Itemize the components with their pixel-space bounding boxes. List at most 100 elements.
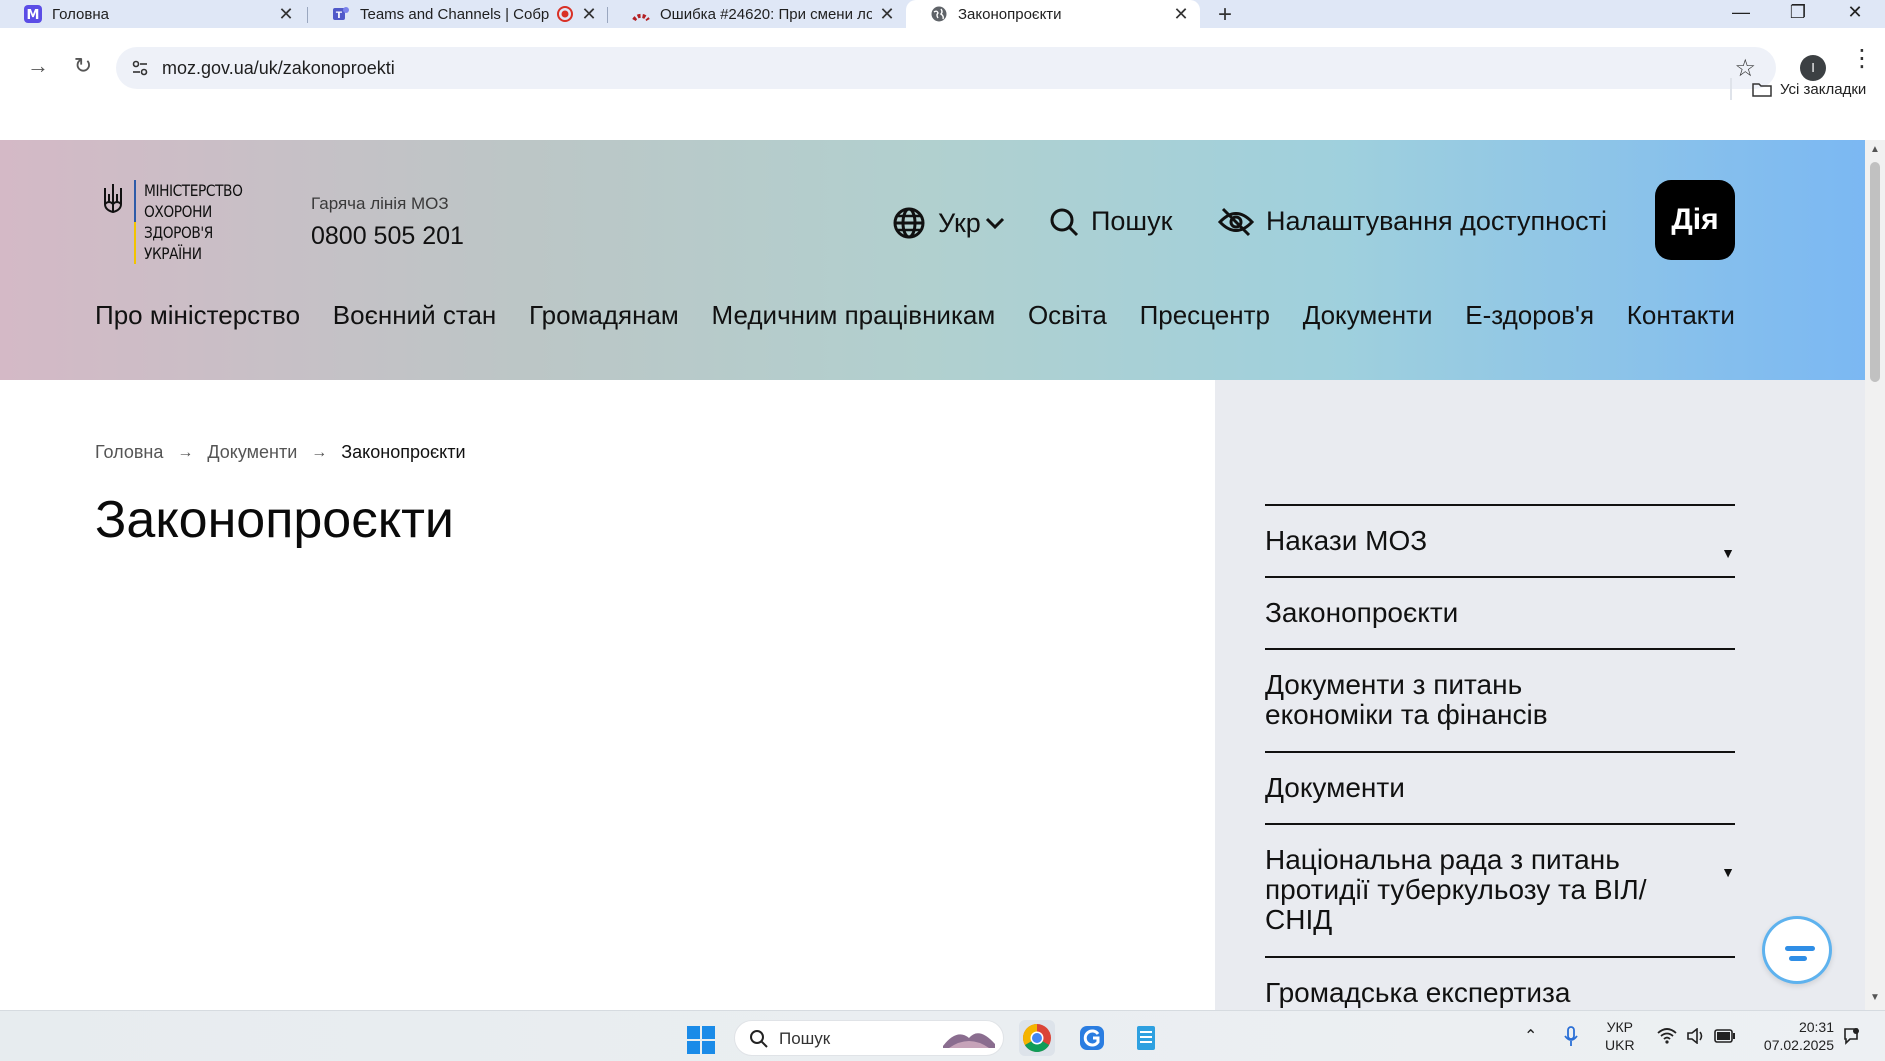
breadcrumb-current: Законопроєкти bbox=[341, 442, 466, 462]
sidebar-item-public-expertise[interactable]: Громадська експертиза bbox=[1265, 956, 1735, 1010]
chrome-icon bbox=[1023, 1024, 1051, 1052]
reload-icon[interactable]: ↻ bbox=[69, 53, 97, 79]
browser-tab-redmine[interactable]: Ошибка #24620: При смени ло ✕ bbox=[608, 0, 906, 28]
address-bar[interactable]: moz.gov.ua/uk/zakonoproekti ☆ bbox=[116, 47, 1776, 89]
wifi-icon[interactable] bbox=[1657, 1028, 1677, 1044]
page-scrollbar[interactable]: ▲ ▼ bbox=[1865, 140, 1885, 1010]
nav-item-documents[interactable]: Документи bbox=[1303, 300, 1433, 331]
search-icon bbox=[1050, 208, 1079, 236]
main-navigation: Про міністерство Воєнний стан Громадянам… bbox=[95, 300, 1735, 331]
breadcrumb-documents[interactable]: Документи bbox=[207, 442, 297, 463]
show-hidden-icons[interactable]: ⌃ bbox=[1524, 1026, 1537, 1046]
tab-title: Головна bbox=[52, 5, 109, 23]
all-bookmarks-label: Усі закладки bbox=[1780, 80, 1867, 98]
nav-item-press-center[interactable]: Пресцентр bbox=[1140, 300, 1270, 331]
nav-item-medical-workers[interactable]: Медичним працівникам bbox=[712, 300, 996, 331]
bookmarks-separator bbox=[1730, 78, 1732, 100]
tab-title: Teams and Channels | Собр bbox=[360, 5, 550, 23]
language-selector[interactable]: Укр bbox=[892, 206, 1005, 240]
arrow-right-icon: → bbox=[311, 443, 328, 461]
sidebar-item-draft-laws[interactable]: Законопроєкти bbox=[1265, 576, 1735, 648]
page-title: Законопроєкти bbox=[95, 491, 454, 549]
browser-tab-bar: M Головна ✕ T Teams and Channels | Собр … bbox=[0, 0, 1885, 28]
scroll-thumb[interactable] bbox=[1870, 162, 1880, 382]
site-settings-icon[interactable] bbox=[130, 58, 150, 78]
sidebar-item-tb-hiv-council[interactable]: Національна рада з питань протидії тубер… bbox=[1265, 823, 1735, 956]
main-content: Головна → Документи → Законопроєкти Зако… bbox=[0, 380, 1215, 1010]
ministry-logo[interactable]: МІНІСТЕРСТВО ОХОРОНИ ЗДОРОВ'Я УКРАЇНИ bbox=[100, 180, 259, 264]
taskbar-clock[interactable]: 20:31 07.02.2025 bbox=[1752, 1018, 1834, 1054]
breadcrumb-home[interactable]: Головна bbox=[95, 442, 163, 463]
nav-item-about[interactable]: Про міністерство bbox=[95, 300, 300, 331]
windows-taskbar: Пошук ⌃ УКР UKR 20:31 07.02.2025 bbox=[0, 1010, 1885, 1061]
microphone-icon[interactable] bbox=[1562, 1026, 1580, 1048]
nav-item-martial-law[interactable]: Воєнний стан bbox=[333, 300, 497, 331]
browser-menu-icon[interactable]: ⋮ bbox=[1850, 47, 1874, 71]
search-label: Пошук bbox=[1091, 206, 1173, 236]
hotline: Гаряча лінія МОЗ 0800 505 201 bbox=[311, 194, 464, 251]
close-icon[interactable]: ✕ bbox=[277, 4, 295, 25]
globe-icon bbox=[893, 207, 925, 239]
globe-icon bbox=[930, 5, 948, 23]
nav-item-education[interactable]: Освіта bbox=[1028, 300, 1107, 331]
close-icon[interactable]: ✕ bbox=[878, 4, 896, 25]
eye-crossed-icon bbox=[1218, 207, 1254, 236]
taskbar-search-label: Пошук bbox=[779, 1029, 831, 1048]
tab-title: Законопроєкти bbox=[958, 5, 1062, 23]
logo-divider bbox=[134, 180, 136, 264]
new-tab-button[interactable]: + bbox=[1212, 1, 1238, 29]
minimize-icon[interactable]: — bbox=[1726, 2, 1756, 23]
battery-icon[interactable] bbox=[1714, 1029, 1736, 1043]
sidebar-item-label: Документи з питань економіки та фінансів bbox=[1265, 669, 1548, 730]
sidebar-item-economy-finance[interactable]: Документи з питань економіки та фінансів bbox=[1265, 648, 1735, 751]
recording-icon bbox=[556, 5, 574, 23]
app-g-icon bbox=[1080, 1026, 1104, 1050]
hotline-number[interactable]: 0800 505 201 bbox=[311, 222, 464, 251]
all-bookmarks[interactable]: Усі закладки bbox=[1752, 78, 1866, 100]
search-icon bbox=[750, 1030, 768, 1048]
window-close-icon[interactable]: ✕ bbox=[1840, 2, 1870, 23]
caret-down-icon[interactable]: ▼ bbox=[1721, 857, 1735, 887]
nav-item-e-health[interactable]: Е-здоров'я bbox=[1465, 300, 1594, 331]
trident-emblem-icon bbox=[104, 184, 122, 214]
forward-icon[interactable]: → bbox=[24, 53, 52, 79]
taskbar-app-2[interactable] bbox=[1074, 1020, 1110, 1056]
restore-icon[interactable]: ❐ bbox=[1783, 2, 1813, 23]
notifications-icon[interactable] bbox=[1842, 1027, 1860, 1045]
browser-tab-active[interactable]: Законопроєкти ✕ bbox=[906, 0, 1200, 28]
volume-icon[interactable] bbox=[1686, 1028, 1706, 1044]
windows-start-icon[interactable] bbox=[686, 1025, 716, 1055]
notepad-icon bbox=[1137, 1026, 1155, 1050]
search-button[interactable]: Пошук bbox=[1049, 206, 1172, 237]
browser-tab-home[interactable]: M Головна ✕ bbox=[0, 0, 305, 28]
browser-tab-teams[interactable]: T Teams and Channels | Собр ✕ bbox=[308, 0, 608, 28]
browser-toolbar: → ↻ moz.gov.ua/uk/zakonoproekti ☆ I ⋮ Ус… bbox=[0, 28, 1885, 108]
input-language[interactable]: УКР UKR bbox=[1605, 1018, 1635, 1054]
sidebar-item-moz-orders[interactable]: Накази МОЗ ▼ bbox=[1265, 504, 1735, 576]
sidebar-item-label: Законопроєкти bbox=[1265, 597, 1459, 628]
accessibility-settings-button[interactable]: Налаштування доступності bbox=[1218, 206, 1607, 237]
sidebar-item-label: Національна рада з питань протидії тубер… bbox=[1265, 844, 1647, 935]
language-label: Укр bbox=[938, 207, 981, 238]
scroll-up-icon[interactable]: ▲ bbox=[1870, 144, 1880, 155]
scroll-down-icon[interactable]: ▼ bbox=[1870, 992, 1880, 1003]
close-icon[interactable]: ✕ bbox=[1172, 4, 1190, 25]
svg-text:T: T bbox=[336, 11, 343, 21]
caret-down-icon[interactable]: ▼ bbox=[1721, 538, 1735, 568]
breadcrumb: Головна → Документи → Законопроєкти bbox=[95, 442, 466, 463]
nav-item-contacts[interactable]: Контакти bbox=[1627, 300, 1735, 331]
hotline-label: Гаряча лінія МОЗ bbox=[311, 194, 449, 213]
arrow-right-icon: → bbox=[177, 443, 194, 461]
sidebar-item-label: Громадська експертиза bbox=[1265, 977, 1571, 1008]
diia-button[interactable]: Дія bbox=[1655, 180, 1735, 260]
url-text[interactable]: moz.gov.ua/uk/zakonoproekti bbox=[162, 58, 395, 79]
chat-widget-button[interactable] bbox=[1762, 916, 1832, 984]
close-icon[interactable]: ✕ bbox=[580, 4, 598, 25]
nav-item-citizens[interactable]: Громадянам bbox=[529, 300, 679, 331]
taskbar-chrome[interactable] bbox=[1019, 1020, 1055, 1056]
taskbar-search[interactable]: Пошук bbox=[734, 1020, 1004, 1056]
sidebar-item-label: Накази МОЗ bbox=[1265, 525, 1428, 556]
sidebar-item-documents[interactable]: Документи bbox=[1265, 751, 1735, 823]
taskbar-notepad[interactable] bbox=[1128, 1020, 1164, 1056]
m-app-icon: M bbox=[24, 5, 42, 23]
